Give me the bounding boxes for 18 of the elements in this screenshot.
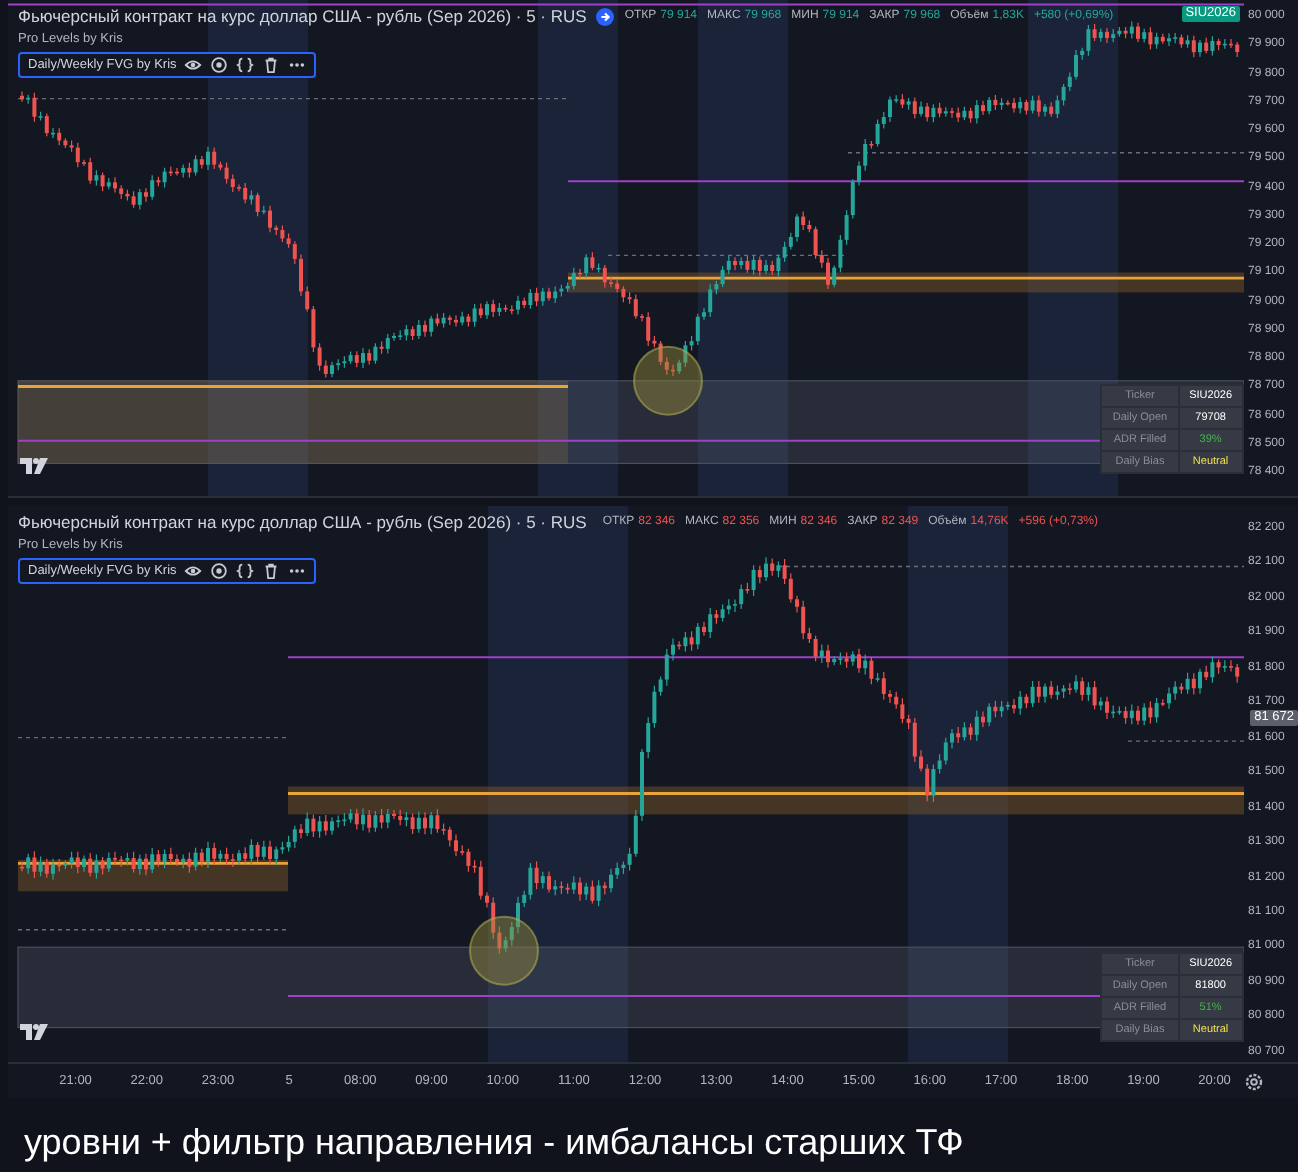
level-line [1127, 740, 1244, 742]
marker-circle [469, 915, 539, 986]
chart-title: Фьючерсный контракт на курс доллар США - рубль (Sep 2026) · 5 · RUS [18, 6, 587, 26]
settings-icon[interactable] [210, 56, 229, 74]
logo-icon[interactable] [20, 1024, 48, 1042]
caption-text: уровни + фильтр направления - имбалансы старших ТФ [22, 1120, 966, 1164]
chart-title: Фьючерсный контракт на курс доллар США - рубль (Sep 2026) · 5 · RUS [18, 512, 587, 532]
trash-icon[interactable] [262, 56, 281, 74]
logo-icon[interactable] [20, 458, 48, 476]
eye-icon[interactable] [184, 56, 203, 74]
settings-icon[interactable] [210, 562, 229, 580]
trash-icon[interactable] [262, 562, 281, 580]
status-icon[interactable] [596, 7, 615, 25]
marker-circle [633, 345, 703, 416]
settings-icon[interactable] [1244, 1071, 1264, 1091]
braces-icon[interactable] [236, 562, 255, 580]
braces-icon[interactable] [236, 56, 255, 74]
eye-icon[interactable] [184, 562, 203, 580]
